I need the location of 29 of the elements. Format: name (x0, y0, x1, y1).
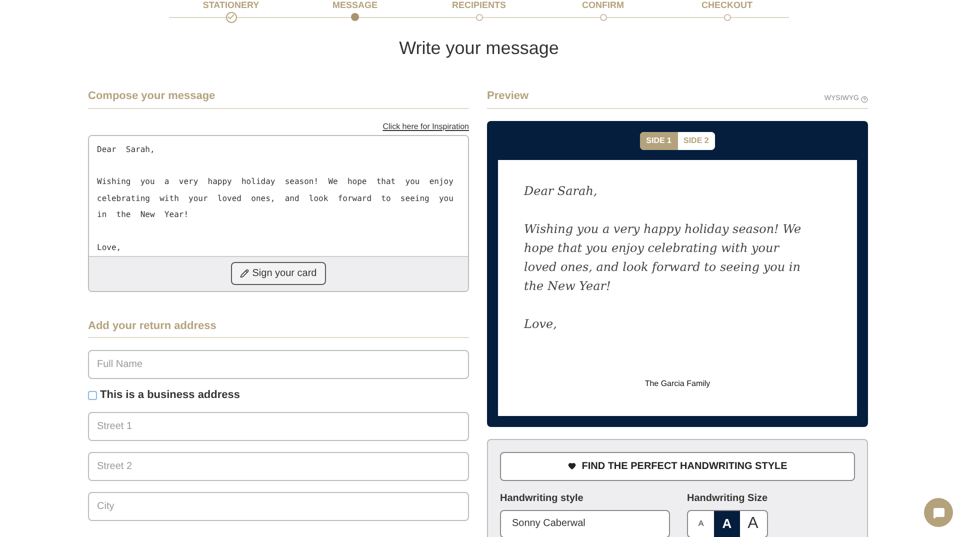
handwritten-text: Dear Sarah, (524, 182, 598, 200)
page-title: Write your message (398, 37, 560, 60)
chat-button[interactable] (924, 498, 953, 527)
checkbox[interactable] (88, 390, 97, 400)
size-option[interactable]: A (688, 510, 714, 536)
help-icon[interactable] (861, 96, 868, 103)
style-field[interactable]: Sonny Caberwal (500, 510, 670, 537)
inspiration-link[interactable]: Click here for Inspiration (382, 120, 469, 132)
field-label: Handwriting style (500, 492, 584, 506)
pencil-icon (240, 269, 250, 278)
text-field[interactable]: City (88, 492, 469, 520)
heart-icon (568, 462, 576, 470)
section-heading: Compose your message (88, 89, 216, 104)
text-field[interactable]: Street 2 (88, 452, 469, 480)
section-heading: Add your return address (88, 318, 216, 334)
text-field[interactable]: Street 1 (88, 412, 469, 440)
section-heading: Preview (487, 89, 529, 104)
field-label: Handwriting Size (687, 492, 768, 506)
find-style-button[interactable]: FIND THE PERFECT HANDWRITING STYLE (500, 452, 855, 480)
signature: The Garcia Family (644, 378, 712, 390)
size-option[interactable]: A (714, 510, 740, 536)
size-option[interactable]: A (740, 510, 766, 536)
handwritten-text: Wishing you a very happy holiday season! We hope that you enjoy celebrating with your loved ones, and look forward to seeing you in the New Year! (524, 220, 802, 294)
handwritten-text: Love, (524, 316, 558, 332)
check-icon (226, 12, 236, 22)
checkbox-label: This is a business address (100, 388, 240, 403)
text-field[interactable]: Full Name (88, 350, 469, 379)
sign-card-button[interactable]: Sign your card (231, 262, 326, 285)
chat-icon (932, 506, 944, 518)
